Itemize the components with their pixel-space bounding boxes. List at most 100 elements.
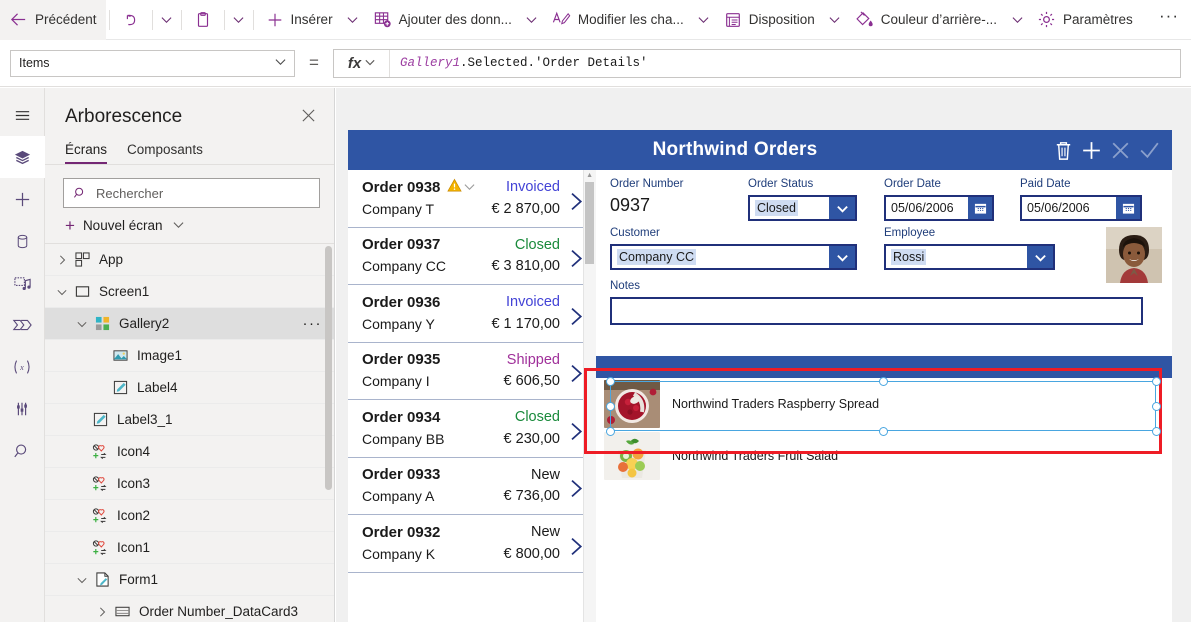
layout-button[interactable]: Disposition [715,0,824,40]
insert-button[interactable]: Insérer [257,0,342,40]
settings-label: Paramètres [1063,12,1133,27]
order-date-picker[interactable]: 05/06/2006 [884,195,994,221]
insert-chevron-icon[interactable] [342,0,364,40]
tree-node-app[interactable]: App [45,244,334,276]
order-row-line2: Company T € 2 870,00 [362,198,560,219]
new-screen-button[interactable]: + Nouvel écran [45,208,334,243]
edit-fields-button[interactable]: Modifier les cha... [543,0,693,40]
calendar-icon[interactable] [968,197,992,219]
close-icon[interactable] [297,104,320,130]
chevron-right-icon[interactable] [93,606,111,617]
back-button[interactable]: Précédent [0,0,106,40]
power-automate-icon[interactable] [0,304,45,346]
chevron-down-icon[interactable] [829,246,855,268]
resize-handle-middle-right[interactable] [1152,402,1161,411]
add-data-chevron-icon[interactable] [521,0,543,40]
tree-node-icon4[interactable]: Icon4 [45,436,334,468]
tree-node-more-icon[interactable]: ··· [303,315,323,332]
chevron-down-icon[interactable] [73,575,91,585]
tree-node-icon1[interactable]: Icon1 [45,532,334,564]
orders-gallery-scrollbar[interactable]: ▲ [583,170,596,622]
tree-search-input[interactable]: Rechercher [63,178,320,208]
order-amount: € 3 810,00 [491,258,560,274]
background-color-chevron-icon[interactable] [1006,0,1028,40]
paste-button[interactable] [185,0,221,40]
tree-node-icon3[interactable]: Icon3 [45,468,334,500]
order-number: Order 0937 [362,236,441,253]
order-company: Company Y [362,315,435,332]
resize-handle-top-left[interactable] [606,377,615,386]
resize-handle-top-center[interactable] [879,377,888,386]
layers-icon[interactable] [0,136,45,178]
employee-dropdown[interactable]: Rossi [884,244,1055,270]
tree-node-order-number-datacard3[interactable]: Order Number_DataCard3 [45,596,334,622]
overflow-menu-button[interactable]: ··· [1147,0,1191,40]
add-data-icon [373,10,392,29]
order-row[interactable]: Order 0937 Closed Company CC € 3 810,00 [348,228,596,285]
delete-icon[interactable] [1052,139,1075,162]
layout-chevron-icon[interactable] [824,0,846,40]
formula-input[interactable]: Gallery1.Selected.'Order Details' [390,56,1180,70]
undo-button[interactable] [113,0,149,40]
tree-node-screen1[interactable]: Screen1 [45,276,334,308]
order-number: Order 0932 [362,523,441,541]
customer-dropdown[interactable]: Company CC [610,244,857,270]
paste-dropdown-chevron-icon[interactable] [228,0,250,40]
order-row-line1: Order 0932 New [362,521,560,543]
background-color-button[interactable]: Couleur d’arrière-... [846,0,1006,40]
tree-node-label3-1[interactable]: Label3_1 [45,404,334,436]
resize-handle-middle-left[interactable] [606,402,615,411]
database-icon[interactable] [0,220,45,262]
chevron-down-icon [275,56,286,70]
scroll-up-icon[interactable]: ▲ [586,172,593,179]
cancel-icon[interactable] [1108,138,1133,163]
order-status-dropdown[interactable]: Closed [748,195,857,221]
calendar-icon[interactable] [1116,197,1140,219]
chevron-down-icon[interactable] [1027,246,1053,268]
hamburger-icon[interactable] [0,94,45,136]
save-icon[interactable] [1137,138,1162,163]
orders-gallery-scrollbar-thumb[interactable] [585,182,594,264]
chevron-down-icon[interactable] [73,319,91,329]
order-row[interactable]: Order 0938 Invoiced Company T € 2 870,00 [348,170,596,228]
tree-scrollbar-thumb[interactable] [325,246,332,490]
tree-node-form1[interactable]: Form1 [45,564,334,596]
edit-fields-chevron-icon[interactable] [693,0,715,40]
paid-date-picker[interactable]: 05/06/2006 [1020,195,1142,221]
order-warning[interactable] [447,178,475,196]
property-selector[interactable]: Items [10,49,295,77]
formula-input-wrapper[interactable]: fx Gallery1.Selected.'Order Details' [333,48,1181,78]
order-row[interactable]: Order 0936 Invoiced Company Y € 1 170,00 [348,285,596,343]
tree-node-icon2[interactable]: Icon2 [45,500,334,532]
tree-node-label4[interactable]: Label4 [45,372,334,404]
tools-icon[interactable] [0,388,45,430]
app-title: Northwind Orders [652,139,818,160]
media-icon[interactable] [0,262,45,304]
settings-button[interactable]: Paramètres [1028,0,1142,40]
resize-handle-top-right[interactable] [1152,377,1161,386]
tree-node-gallery2[interactable]: Gallery2 ··· [45,308,334,340]
add-icon[interactable] [1079,138,1104,163]
variables-icon[interactable]: x [0,346,45,388]
notes-input[interactable] [610,297,1143,325]
order-row[interactable]: Order 0932 New Company K € 800,00 [348,515,596,573]
chevron-down-icon[interactable] [829,197,855,219]
tab-ecrans[interactable]: Écrans [65,138,108,164]
undo-dropdown-chevron-icon[interactable] [156,0,178,40]
plus-insert-icon[interactable] [0,178,45,220]
product-row[interactable]: Northwind Traders Fruit Salad [596,430,1172,482]
order-row[interactable]: Order 0934 Closed Company BB € 230,00 [348,400,596,458]
add-data-button[interactable]: Ajouter des donn... [364,0,521,40]
fx-icon[interactable]: fx [334,49,390,77]
order-row[interactable]: Order 0935 Shipped Company I € 606,50 [348,343,596,400]
order-row[interactable]: Order 0933 New Company A € 736,00 [348,458,596,515]
resize-handle-bottom-left[interactable] [606,427,615,436]
resize-handle-bottom-right[interactable] [1152,427,1161,436]
order-number: Order 0934 [362,408,441,426]
search-icon[interactable] [0,430,45,472]
chevron-right-icon[interactable] [53,254,71,265]
tree-node-image1[interactable]: Image1 [45,340,334,372]
chevron-down-icon[interactable] [53,287,71,297]
tab-composants[interactable]: Composants [127,138,203,164]
resize-handle-bottom-center[interactable] [879,427,888,436]
